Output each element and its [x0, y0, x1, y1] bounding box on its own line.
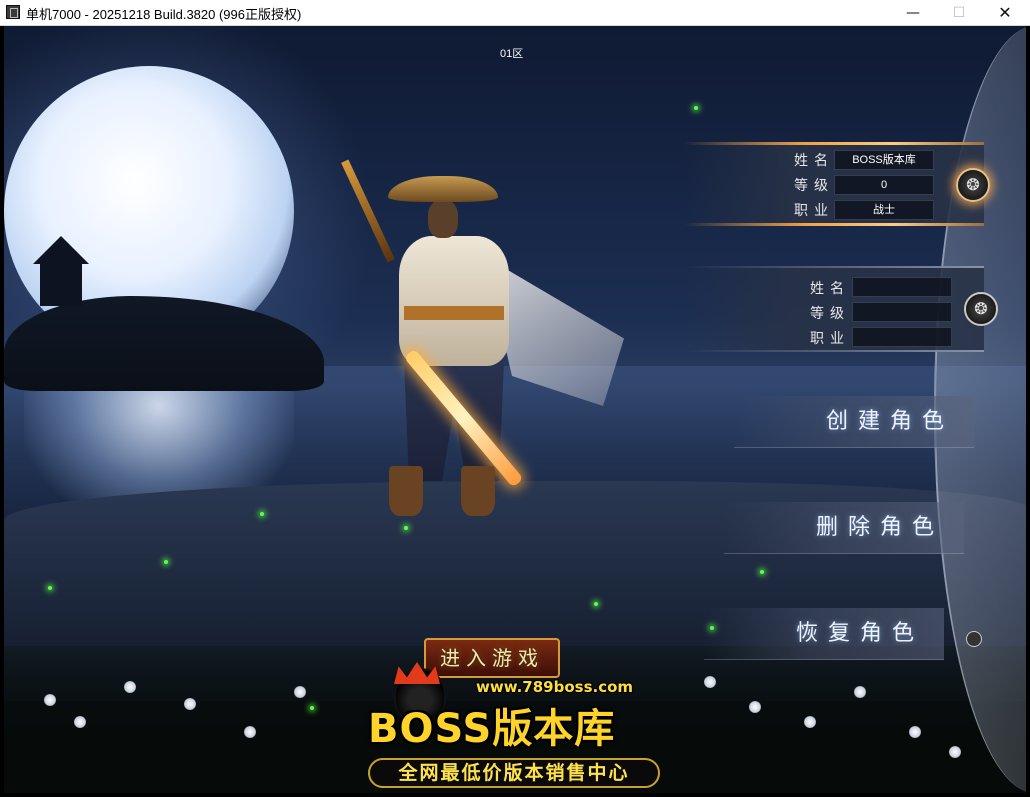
flower: [854, 686, 866, 698]
class-label: 职业: [794, 203, 834, 219]
close-button[interactable]: ✕: [982, 0, 1028, 26]
flower: [749, 701, 761, 713]
delete-character-button[interactable]: 删除角色: [724, 502, 964, 554]
firefly: [594, 602, 598, 606]
game-viewport: 01区 姓名 等级 职业 BOSS版本库 0 战士 ❂ 姓名 等级 职业 ❂ 创…: [4, 26, 1026, 793]
character-model: [341, 156, 644, 526]
slot-border-bottom: [684, 350, 984, 352]
firefly: [48, 586, 52, 590]
server-zone-label: 01区: [500, 48, 524, 60]
character-slot-2[interactable]: 姓名 等级 职业: [684, 266, 984, 352]
flower: [124, 681, 136, 693]
flower: [704, 676, 716, 688]
crown-icon: [394, 662, 440, 684]
slot-border-bottom: [684, 223, 984, 226]
app-icon: [6, 5, 20, 19]
character-legs: [404, 361, 504, 481]
class-label: 职业: [810, 331, 850, 347]
firefly: [760, 570, 764, 574]
character-torso: [399, 236, 509, 366]
flower: [74, 716, 86, 728]
flower: [184, 698, 196, 710]
character-head: [428, 200, 458, 238]
name-label: 姓名: [794, 153, 834, 169]
maximize-button[interactable]: ☐: [936, 0, 982, 26]
flower: [804, 716, 816, 728]
slot-border-top: [684, 142, 984, 145]
restore-character-button[interactable]: 恢复角色: [704, 608, 944, 660]
watermark-slogan: 全网最低价版本销售中心: [368, 758, 660, 788]
scabbard: [341, 159, 395, 263]
level-label: 等级: [794, 178, 834, 194]
create-character-button[interactable]: 创建角色: [734, 396, 974, 448]
class-icon[interactable]: ❂: [964, 292, 998, 326]
name-value: BOSS版本库: [834, 150, 934, 170]
class-value: [852, 327, 952, 347]
warrior-class-icon[interactable]: ❂: [956, 168, 990, 202]
character-boots: [389, 466, 519, 516]
window-title: 单机7000 - 20251218 Build.3820 (996正版授权): [26, 7, 302, 22]
level-label: 等级: [810, 306, 850, 322]
slot-border-top: [684, 266, 984, 268]
name-value: [852, 277, 952, 297]
character-belt: [404, 306, 504, 320]
straw-hat: [388, 176, 498, 202]
watermark-brand: BOSS版本库: [368, 706, 616, 752]
level-value: 0: [834, 175, 934, 195]
level-value: [852, 302, 952, 322]
window-titlebar: 单机7000 - 20251218 Build.3820 (996正版授权) —…: [0, 0, 1030, 26]
boot-right: [461, 466, 495, 516]
flower: [909, 726, 921, 738]
watermark-url: www.789boss.com: [476, 678, 634, 696]
class-value: 战士: [834, 200, 934, 220]
firefly: [694, 106, 698, 110]
firefly: [260, 512, 264, 516]
flower: [244, 726, 256, 738]
flower: [44, 694, 56, 706]
name-label: 姓名: [810, 281, 850, 297]
flower: [949, 746, 961, 758]
character-slot-1[interactable]: 姓名 等级 职业 BOSS版本库 0 战士: [684, 142, 984, 226]
firefly: [310, 706, 314, 710]
small-emblem-icon: [966, 631, 982, 647]
flower: [294, 686, 306, 698]
firefly: [164, 560, 168, 564]
boot-left: [389, 466, 423, 516]
firefly: [404, 526, 408, 530]
watermark-logo: www.789boss.com BOSS版本库 全网最低价版本销售中心: [366, 662, 686, 792]
minimize-button[interactable]: —: [890, 0, 936, 26]
